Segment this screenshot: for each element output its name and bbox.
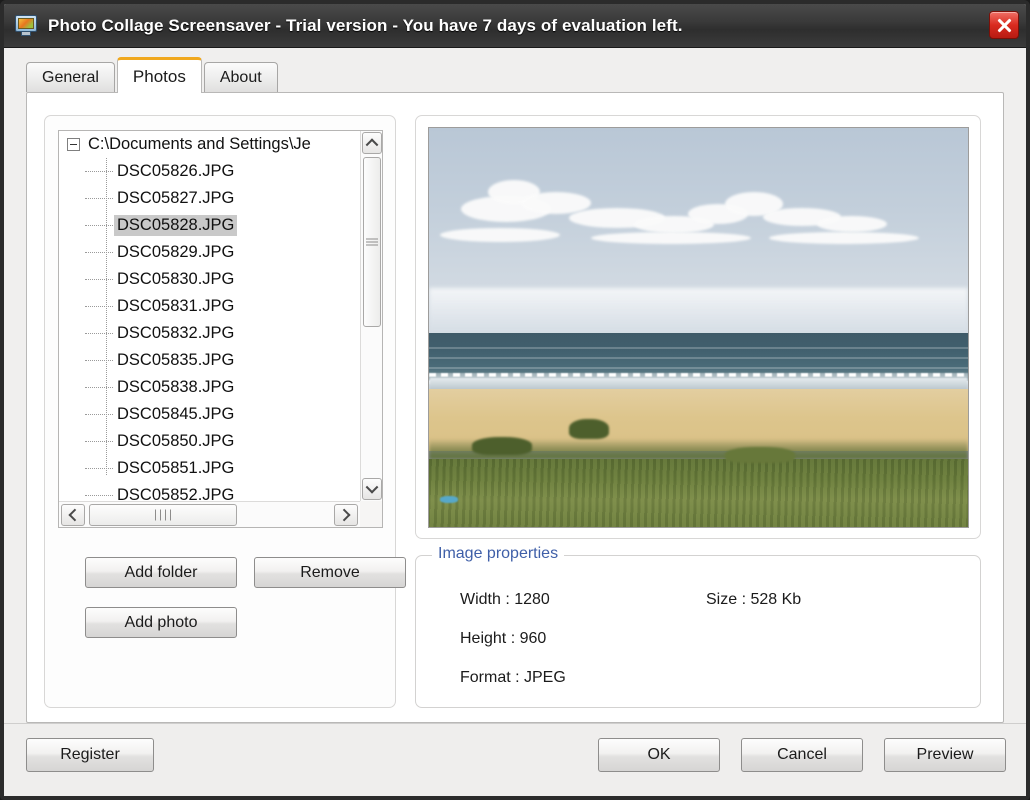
preview-button[interactable]: Preview xyxy=(884,738,1006,772)
tree-item[interactable]: DSC05835.JPG xyxy=(59,347,360,374)
tree-item-label: DSC05831.JPG xyxy=(117,297,235,315)
tree-item[interactable]: DSC05831.JPG xyxy=(59,293,360,320)
tree-item[interactable]: DSC05832.JPG xyxy=(59,320,360,347)
register-button[interactable]: Register xyxy=(26,738,154,772)
tree-item-label: DSC05850.JPG xyxy=(117,432,235,450)
tree-item-selected[interactable]: DSC05828.JPG xyxy=(59,212,360,239)
tree-item-label: DSC05832.JPG xyxy=(117,324,235,342)
tree-connector-icon xyxy=(85,387,113,388)
tree-item-label: DSC05830.JPG xyxy=(117,270,235,288)
tree-item[interactable]: DSC05851.JPG xyxy=(59,455,360,482)
tree-item-label: DSC05826.JPG xyxy=(117,162,235,180)
tree-connector-icon xyxy=(85,171,113,172)
image-height-value: Height : 960 xyxy=(460,630,547,647)
tree-connector-icon xyxy=(85,252,113,253)
dialog-button-bar: Register OK Cancel Preview xyxy=(4,723,1026,796)
tree-connector-icon xyxy=(85,306,113,307)
tree-item[interactable]: DSC05826.JPG xyxy=(59,158,360,185)
title-bar: Photo Collage Screensaver - Trial versio… xyxy=(4,4,1026,48)
tree-root-row[interactable]: C:\Documents and Settings\Je xyxy=(59,131,360,158)
tree-item[interactable]: DSC05850.JPG xyxy=(59,428,360,455)
add-folder-button[interactable]: Add folder xyxy=(85,557,237,588)
tree-list: C:\Documents and Settings\Je DSC05826.JP… xyxy=(59,131,360,501)
tree-item[interactable]: DSC05830.JPG xyxy=(59,266,360,293)
tab-about[interactable]: About xyxy=(203,62,278,92)
tab-strip: General Photos About xyxy=(26,57,280,93)
tree-item-label: DSC05827.JPG xyxy=(117,189,235,207)
photo-screensaver-icon xyxy=(14,14,40,38)
close-icon[interactable] xyxy=(989,11,1019,39)
tree-connector-icon xyxy=(85,225,113,226)
tree-vertical-scrollbar[interactable] xyxy=(360,131,382,501)
image-properties-legend: Image properties xyxy=(432,545,565,563)
app-window: Photo Collage Screensaver - Trial versio… xyxy=(0,0,1030,800)
tree-item[interactable]: DSC05852.JPG xyxy=(59,482,360,501)
image-properties-group: Image properties Width : 1280 Height : 9… xyxy=(415,545,981,708)
tree-item[interactable]: DSC05838.JPG xyxy=(59,374,360,401)
scroll-down-icon[interactable] xyxy=(362,478,382,500)
tree-connector-icon xyxy=(85,414,113,415)
remove-button[interactable]: Remove xyxy=(254,557,406,588)
tree-item-label: DSC05852.JPG xyxy=(117,486,235,501)
cancel-button[interactable]: Cancel xyxy=(741,738,863,772)
image-width-value: Width : 1280 xyxy=(460,591,550,608)
photo-preview xyxy=(428,127,969,528)
tree-item[interactable]: DSC05845.JPG xyxy=(59,401,360,428)
tree-item[interactable]: DSC05827.JPG xyxy=(59,185,360,212)
scroll-right-icon[interactable] xyxy=(334,504,358,526)
tree-connector-icon xyxy=(85,441,113,442)
ok-button[interactable]: OK xyxy=(598,738,720,772)
tree-connector-icon xyxy=(85,468,113,469)
horizontal-scroll-thumb[interactable] xyxy=(89,504,237,526)
image-format-value: Format : JPEG xyxy=(460,669,566,686)
beach-photo xyxy=(429,128,968,527)
tab-page-photos: C:\Documents and Settings\Je DSC05826.JP… xyxy=(26,92,1004,723)
window-title: Photo Collage Screensaver - Trial versio… xyxy=(48,15,683,35)
vertical-scroll-thumb[interactable] xyxy=(363,157,381,327)
tree-item-label: DSC05851.JPG xyxy=(117,459,235,477)
photo-list-panel: C:\Documents and Settings\Je DSC05826.JP… xyxy=(44,115,406,708)
tree-connector-icon xyxy=(85,198,113,199)
preview-panel xyxy=(415,115,981,539)
scroll-left-icon[interactable] xyxy=(61,504,85,526)
scrollbar-corner xyxy=(360,501,382,527)
tree-item-label: DSC05829.JPG xyxy=(117,243,235,261)
tree-item-label: DSC05835.JPG xyxy=(117,351,235,369)
tree-item[interactable]: DSC05829.JPG xyxy=(59,239,360,266)
tree-connector-icon xyxy=(85,360,113,361)
tree-horizontal-scrollbar[interactable] xyxy=(59,501,360,527)
tree-item-label: DSC05828.JPG xyxy=(114,215,238,236)
tree-connector-icon xyxy=(85,495,113,496)
image-size-value: Size : 528 Kb xyxy=(706,591,802,608)
photo-tree[interactable]: C:\Documents and Settings\Je DSC05826.JP… xyxy=(58,130,383,528)
tree-connector-icon xyxy=(85,279,113,280)
scroll-up-icon[interactable] xyxy=(362,132,382,154)
tab-photos[interactable]: Photos xyxy=(116,57,202,93)
tree-connector-icon xyxy=(85,333,113,334)
tree-item-label: DSC05845.JPG xyxy=(117,405,235,423)
add-photo-button[interactable]: Add photo xyxy=(85,607,237,638)
tree-root-label: C:\Documents and Settings\Je xyxy=(88,135,311,153)
collapse-icon[interactable] xyxy=(67,138,80,151)
tab-general[interactable]: General xyxy=(26,62,115,92)
tree-item-label: DSC05838.JPG xyxy=(117,378,235,396)
